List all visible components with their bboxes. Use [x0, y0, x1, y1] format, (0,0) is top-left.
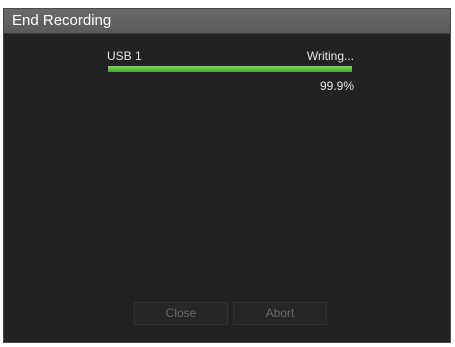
abort-button[interactable]: Abort: [233, 302, 327, 325]
end-recording-dialog: End Recording USB 1 Writing... 99.9% Clo…: [3, 8, 451, 343]
status-label: Writing...: [306, 49, 354, 63]
progress-percent: 99.9%: [319, 79, 354, 93]
close-button[interactable]: Close: [134, 302, 228, 325]
dialog-title: End Recording: [12, 12, 112, 29]
device-label: USB 1: [107, 49, 142, 63]
progress-bar: [108, 66, 352, 72]
progress-bar-fill: [108, 66, 352, 72]
dialog-titlebar: End Recording: [4, 9, 450, 34]
